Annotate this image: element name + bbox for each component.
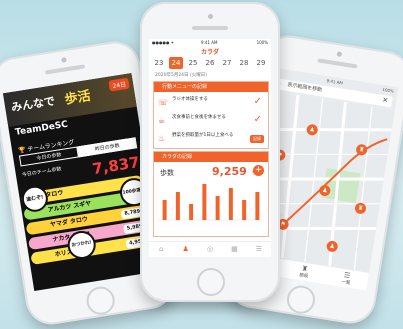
body-record-title: カラダの記録 <box>154 152 268 162</box>
banner-highlight: 歩活 <box>63 88 92 108</box>
action-menu-card: 行動メニューの記録 ☏ ラジオ体操をする ✓ ☕ 次食事前と食後を休ませる ✓ … <box>153 81 269 149</box>
status-bar: ●●●●● ✈ 9:41 AM 100% <box>149 39 271 46</box>
chart-bar <box>255 192 260 220</box>
speaker <box>317 58 358 69</box>
record-button[interactable]: 記録 <box>250 135 264 143</box>
middle-screen: ●●●●● ✈ 9:41 AM 100% カラダ 23 24 25 26 27 … <box>149 39 271 257</box>
home-button[interactable] <box>197 268 225 296</box>
date-line: 2020年5月24日 (火曜日) <box>155 73 207 78</box>
action-menu-title: 行動メニューの記録 <box>154 82 268 92</box>
date-item[interactable]: 25 <box>186 57 200 69</box>
tab-target[interactable]: ◎ <box>198 242 222 257</box>
chart-bar <box>215 196 220 220</box>
close-icon[interactable]: ✕ <box>381 95 389 107</box>
tab-calendar[interactable]: ▦ <box>222 242 246 257</box>
chart-bar <box>228 188 233 220</box>
left-screen: みんなで 歩活 24日 TeamDeSC 🏆 チームランキング 今日の歩数 昨日… <box>3 73 163 291</box>
date-item[interactable]: 29 <box>254 57 268 69</box>
screen-title: カラダ <box>200 49 219 56</box>
fork-icon: ♨ <box>158 134 166 143</box>
date-item[interactable]: 28 <box>237 57 251 69</box>
date-item-selected[interactable]: 24 <box>169 57 183 69</box>
check-icon[interactable]: ✓ <box>254 96 262 107</box>
menu-item-text: 野菜を摂取量が1日以上食べる <box>172 133 234 138</box>
steps-value: 9,259 <box>212 165 247 178</box>
date-strip: 23 24 25 26 27 28 29 <box>152 57 268 69</box>
chart-bar <box>162 200 167 220</box>
camera <box>336 51 343 58</box>
tab-home[interactable]: ⌂ <box>149 242 173 257</box>
meal-icon: ☕ <box>158 116 166 125</box>
status-carrier: ●●●●● ✈ <box>152 40 175 45</box>
banner-tag: 24日 <box>108 77 130 92</box>
status-battery: 100% <box>382 86 395 94</box>
home-button[interactable] <box>84 284 117 317</box>
tab-body[interactable]: ♟ <box>173 242 197 257</box>
steps-label: 歩数 <box>160 169 174 177</box>
today-label: 今日のチーム歩数 <box>21 166 62 179</box>
camera <box>208 14 213 19</box>
team-steps-total: 7,837 <box>91 153 141 179</box>
menu-item[interactable]: ☏ ラジオ体操をする ✓ <box>158 95 264 111</box>
status-battery: 100% <box>256 40 268 45</box>
radio-icon: ☏ <box>158 98 169 107</box>
add-record-button[interactable]: + <box>253 165 264 176</box>
status-time: 9:41 AM <box>201 40 218 45</box>
camera <box>61 57 67 63</box>
check-icon[interactable]: ✓ <box>254 114 262 125</box>
middle-phone: ●●●●● ✈ 9:41 AM 100% カラダ 23 24 25 26 27 … <box>140 2 280 302</box>
tab-bar: ⌂ ♟ ◎ ▦ ☰ <box>149 241 271 257</box>
date-item[interactable]: 23 <box>152 57 166 69</box>
home-button[interactable] <box>284 283 317 316</box>
date-item[interactable]: 26 <box>203 57 217 69</box>
menu-item[interactable]: ♨ 野菜を摂取量が1日以上食べる 記録 <box>158 131 264 147</box>
chart-bar <box>175 192 180 220</box>
speaker <box>192 26 228 30</box>
menu-item-text: 次食事前と食後を休ませる <box>172 115 226 120</box>
tab-menu[interactable]: ☰ <box>247 242 271 257</box>
steps-bar-chart <box>158 184 264 221</box>
chart-bar <box>189 204 194 220</box>
menu-item-text: ラジオ体操をする <box>172 97 208 102</box>
chart-bar <box>242 200 247 220</box>
date-item[interactable]: 27 <box>220 57 234 69</box>
status-time: 9:41 AM <box>326 77 344 86</box>
menu-item[interactable]: ☕ 次食事前と食後を休ませる ✓ <box>158 113 264 129</box>
speaker <box>44 64 86 75</box>
chart-bar <box>202 184 207 220</box>
body-record-card: カラダの記録 歩数 9,259 歩 + <box>153 151 269 237</box>
banner-title: みんなで <box>10 94 56 115</box>
